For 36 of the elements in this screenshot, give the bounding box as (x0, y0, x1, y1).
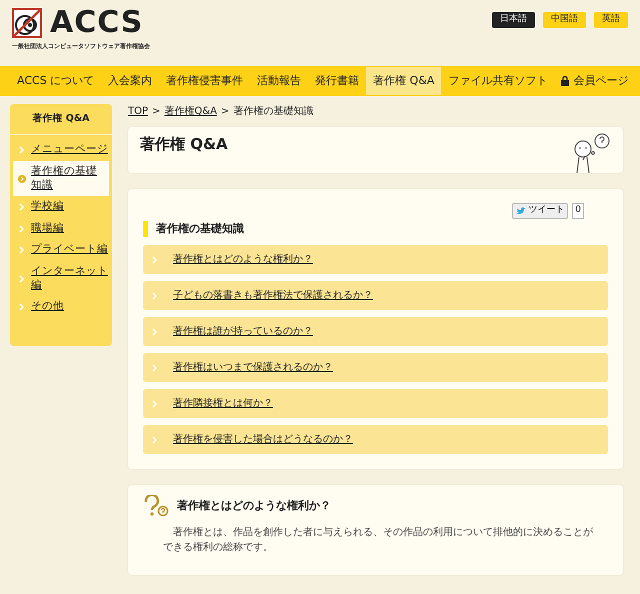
sidebar-item[interactable]: 著作権の基礎知識 (13, 160, 109, 196)
bird-icon (516, 206, 526, 215)
tweet-button[interactable]: ツイート (512, 203, 568, 218)
breadcrumb-separator: > (152, 105, 160, 119)
question-marks-icon (143, 495, 169, 517)
nav-tab[interactable]: ファイル共有ソフト (441, 66, 554, 96)
lock-icon (561, 76, 570, 86)
member-page-link[interactable]: 会員ページ (554, 66, 636, 96)
sidebar-item[interactable]: メニューページ (10, 139, 112, 161)
section-title: 著作権の基礎知識 (156, 220, 244, 236)
nav-tab[interactable]: ACCS について (10, 66, 102, 96)
nav-tab[interactable]: 著作権侵害事件 (159, 66, 250, 96)
breadcrumb-link[interactable]: 著作権Q&A (164, 104, 217, 119)
breadcrumb-separator: > (220, 105, 230, 119)
circle-arrow-icon (18, 174, 26, 183)
sidebar-item[interactable]: プライベート編 (10, 239, 112, 262)
sidebar-item[interactable]: 職場編 (10, 218, 112, 240)
breadcrumb-current: 著作権の基礎知識 (233, 104, 314, 119)
heading-marker (143, 221, 148, 237)
tweet-count: 0 (572, 203, 584, 218)
sidebar-item[interactable]: 学校編 (10, 196, 112, 218)
answer-title: 著作権とはどのような権利か？ (177, 498, 331, 514)
answer-text: 著作権とは、作品を創作した者に与えられる、その作品の利用について排他的に決めることができる権利の総称です。 (163, 526, 594, 555)
breadcrumb-link[interactable]: TOP (128, 104, 148, 119)
logo-icon (12, 8, 42, 38)
sidebar-item[interactable]: インターネット編 (10, 261, 112, 296)
sidebar-title: 著作権 Q&A (10, 104, 112, 136)
nav-tab[interactable]: 著作権 Q&A (366, 66, 442, 96)
language-button[interactable]: 日本語 (492, 12, 535, 28)
nav-tab[interactable]: 活動報告 (250, 66, 308, 96)
nav-tab[interactable]: 発行書籍 (308, 66, 366, 96)
language-button[interactable]: 英語 (594, 12, 628, 28)
page-title: 著作権 Q&A (140, 134, 228, 155)
logo-text: ACCS (50, 8, 144, 38)
nav-tab[interactable]: 入会案内 (101, 66, 160, 96)
language-button[interactable]: 中国語 (543, 12, 586, 28)
